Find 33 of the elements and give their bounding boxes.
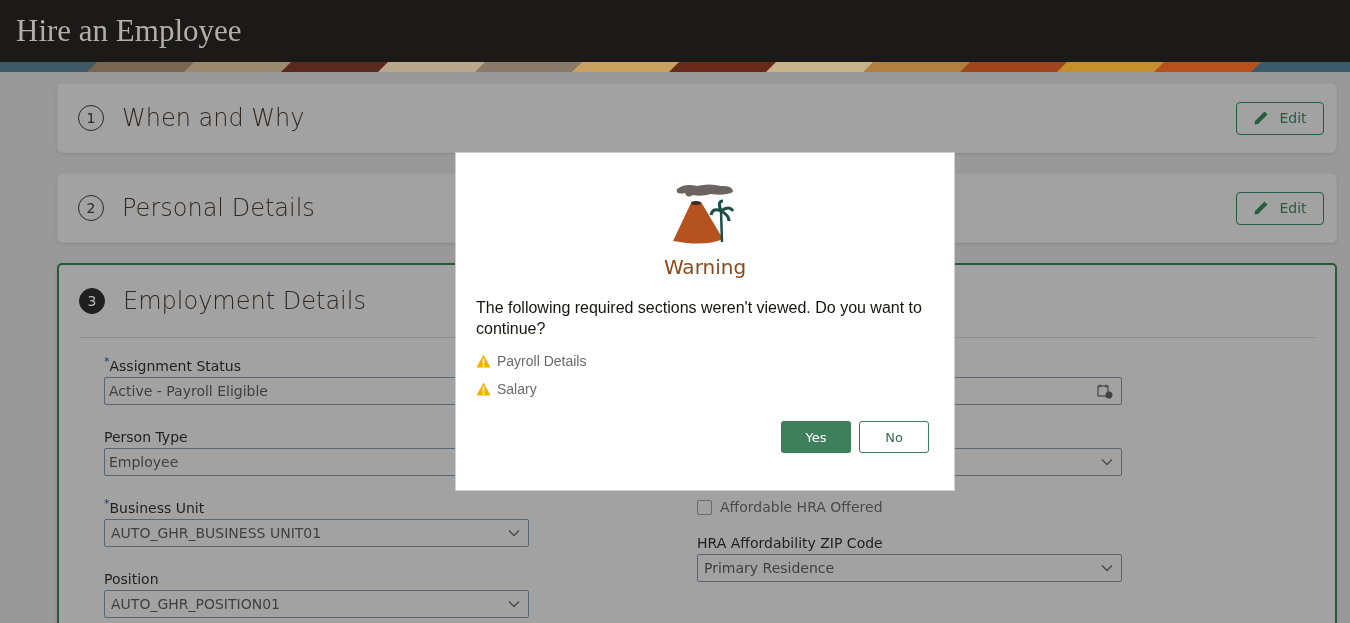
calendar-icon <box>1097 383 1113 399</box>
edit-button[interactable]: Edit <box>1236 191 1324 225</box>
select-field[interactable]: Primary Residence <box>697 554 1122 582</box>
page-title: Hire an Employee <box>16 13 242 49</box>
cancel-button[interactable]: No <box>859 421 929 453</box>
section-title: Personal Details <box>122 194 315 222</box>
checkbox-label: Affordable HRA Offered <box>720 499 883 515</box>
select-field[interactable]: AUTO_GHR_BUSINESS UNIT01 <box>104 519 529 547</box>
section-title: When and Why <box>122 104 305 132</box>
field-label: Person Type <box>104 429 188 445</box>
required-asterisk: * <box>104 355 110 368</box>
chevron-down-icon <box>1101 564 1113 572</box>
section-title: Employment Details <box>123 287 366 315</box>
pencil-icon <box>1253 110 1270 126</box>
dialog-message: The following required sections weren't viewed. Do you want to continue? <box>476 298 923 339</box>
chevron-down-icon <box>1101 458 1113 466</box>
section-name: Payroll Details <box>497 353 587 369</box>
field-label: Assignment Status <box>109 358 241 374</box>
step-number: 3 <box>79 288 105 314</box>
chevron-down-icon <box>508 600 520 608</box>
field-label: Position <box>104 571 159 587</box>
pencil-icon <box>1253 200 1270 216</box>
warning-icon <box>476 354 491 368</box>
edit-button[interactable]: Edit <box>1236 101 1324 135</box>
field-label: HRA Affordability ZIP Code <box>697 535 883 551</box>
field-label: Business Unit <box>109 500 205 516</box>
checkbox[interactable] <box>697 499 712 515</box>
chevron-down-icon <box>508 529 520 537</box>
required-asterisk: * <box>104 497 110 510</box>
dialog-title: Warning <box>662 255 748 279</box>
warning-icon <box>476 382 491 396</box>
select-field[interactable]: AUTO_GHR_POSITION01 <box>104 590 529 618</box>
confirm-button[interactable]: Yes <box>781 421 851 453</box>
